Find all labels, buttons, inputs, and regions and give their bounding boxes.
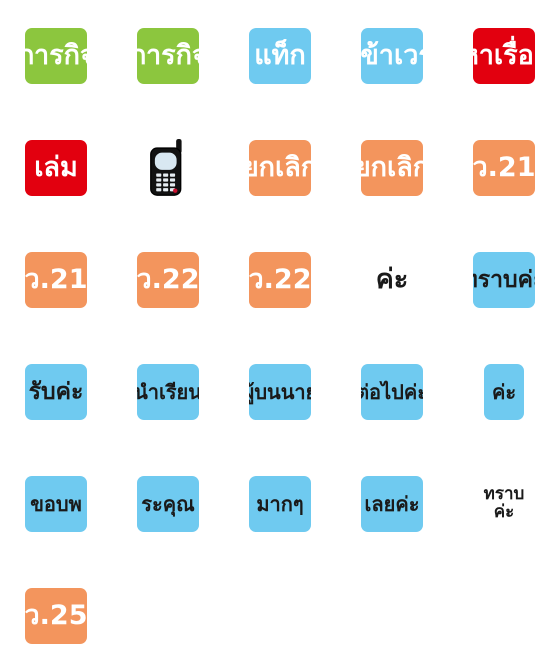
sticker-green-phara[interactable]: ภารกิจ bbox=[25, 28, 87, 84]
sticker-blue-namrian[interactable]: นำเรียน bbox=[137, 364, 199, 420]
sticker-label: ทราบค่ะ bbox=[473, 266, 535, 293]
sticker-orange-yok[interactable]: ยกเลิก bbox=[249, 140, 311, 196]
sticker-label: ต่อไปค่ะ bbox=[361, 379, 423, 404]
sticker-label: ว.22 bbox=[249, 263, 311, 295]
sticker-cell: ว.21 bbox=[0, 224, 112, 336]
sticker-mobile-phone[interactable] bbox=[148, 139, 188, 197]
sticker-cell: ว.25 bbox=[0, 560, 112, 672]
sticker-cell: รับค่ะ bbox=[0, 336, 112, 448]
sticker-label: ขอบพ bbox=[30, 491, 82, 516]
sticker-label: นำเรียน bbox=[137, 379, 199, 404]
sticker-blue-rakhun[interactable]: ระคุณ bbox=[137, 476, 199, 532]
mobile-phone-icon bbox=[150, 139, 182, 196]
sticker-cell: ทราบค่ะ bbox=[448, 448, 560, 560]
sticker-cell: ยกเลิก bbox=[336, 112, 448, 224]
sticker-blue-loeikha[interactable]: เลยค่ะ bbox=[361, 476, 423, 532]
sticker-cell: เลยค่ะ bbox=[336, 448, 448, 560]
sticker-orange-22[interactable]: ว.22 bbox=[249, 252, 311, 308]
sticker-blue-kha[interactable]: ค่ะ bbox=[484, 364, 524, 420]
sticker-label: ค่ะ bbox=[375, 263, 409, 295]
sticker-label: ค่ะ bbox=[491, 379, 517, 404]
sticker-cell: ภารกิจ bbox=[0, 0, 112, 112]
sticker-cell: ขอบพ bbox=[0, 448, 112, 560]
sticker-blue-sap[interactable]: ทราบค่ะ bbox=[473, 252, 535, 308]
sticker-cell: นำเรียน bbox=[112, 336, 224, 448]
sticker-cell: ยกเลิก bbox=[224, 112, 336, 224]
sticker-cell: เข้าเวร bbox=[336, 0, 448, 112]
sticker-cell: แท็ก bbox=[224, 0, 336, 112]
sticker-blue-khopphra[interactable]: ขอบพ bbox=[25, 476, 87, 532]
sticker-red-lem[interactable]: เล่ม bbox=[25, 140, 87, 196]
sticker-label: แท็ก bbox=[254, 39, 306, 71]
sticker-label: หาเรื่อง bbox=[473, 39, 535, 71]
sticker-red-ha[interactable]: หาเรื่อง bbox=[473, 28, 535, 84]
sticker-orange-wo21[interactable]: ว.21 bbox=[473, 140, 535, 196]
sticker-label: ว.21 bbox=[473, 151, 535, 183]
sticker-cell: หาเรื่อง bbox=[448, 0, 560, 112]
sticker-label: ว.22 bbox=[137, 263, 199, 295]
sticker-cell: ภารกิจ bbox=[112, 0, 224, 112]
sticker-label: ว.21 bbox=[25, 263, 87, 295]
sticker-cell: ต่อไปค่ะ bbox=[336, 336, 448, 448]
sticker-blue-wen[interactable]: เข้าเวร bbox=[361, 28, 423, 84]
sticker-cell bbox=[112, 112, 224, 224]
sticker-orange-loek[interactable]: ยกเลิก bbox=[361, 140, 423, 196]
sticker-label: ยกเลิก bbox=[361, 151, 423, 183]
sticker-cell: ค่ะ bbox=[448, 336, 560, 448]
sticker-label: รับค่ะ bbox=[28, 378, 84, 405]
sticker-label: ยกเลิก bbox=[249, 151, 311, 183]
sticker-cell: เล่ม bbox=[0, 112, 112, 224]
sticker-blue-taek[interactable]: แท็ก bbox=[249, 28, 311, 84]
sticker-label: ว.25 bbox=[25, 599, 87, 631]
sticker-label: เข้าเวร bbox=[361, 39, 423, 71]
sticker-cell: ผู้บนนาย bbox=[224, 336, 336, 448]
sticker-orange-wo22[interactable]: ว.22 bbox=[137, 252, 199, 308]
sticker-cell: ว.21 bbox=[448, 112, 560, 224]
sticker-cell: ว.22 bbox=[112, 224, 224, 336]
sticker-cell: ระคุณ bbox=[112, 448, 224, 560]
sticker-label: ภารกิจ bbox=[25, 39, 87, 71]
sticker-label: เลยค่ะ bbox=[364, 491, 420, 516]
sticker-grid: ภารกิจ ภารกิจ แท็ก เข้าเวร หาเรื่องเล่ม ยกเลิ… bbox=[0, 0, 560, 672]
sticker-label: มากๆ bbox=[256, 491, 304, 516]
sticker-label: ทราบค่ะ bbox=[483, 484, 525, 522]
sticker-label: ผู้บนนาย bbox=[249, 379, 311, 404]
sticker-orange-25[interactable]: ว.25 bbox=[25, 588, 87, 644]
sticker-green-rakit[interactable]: ภารกิจ bbox=[137, 28, 199, 84]
sticker-label: ภารกิจ bbox=[137, 39, 199, 71]
sticker-plain-sapkha[interactable]: ทราบ ค่ะ bbox=[483, 484, 525, 522]
sticker-cell: ว.22 bbox=[224, 224, 336, 336]
sticker-cell: มากๆ bbox=[224, 448, 336, 560]
sticker-cell: ทราบค่ะ bbox=[448, 224, 560, 336]
sticker-blue-topai[interactable]: ต่อไปค่ะ bbox=[361, 364, 423, 420]
sticker-label: ระคุณ bbox=[141, 491, 195, 516]
sticker-cell: ค่ะ bbox=[336, 224, 448, 336]
sticker-blue-phonnai[interactable]: ผู้บนนาย bbox=[249, 364, 311, 420]
sticker-orange-21[interactable]: ว.21 bbox=[25, 252, 87, 308]
sticker-blue-makmak[interactable]: มากๆ bbox=[249, 476, 311, 532]
sticker-plain-kha[interactable]: ค่ะ bbox=[375, 263, 409, 295]
sticker-label: เล่ม bbox=[34, 151, 78, 183]
sticker-blue-rapkha[interactable]: รับค่ะ bbox=[25, 364, 87, 420]
